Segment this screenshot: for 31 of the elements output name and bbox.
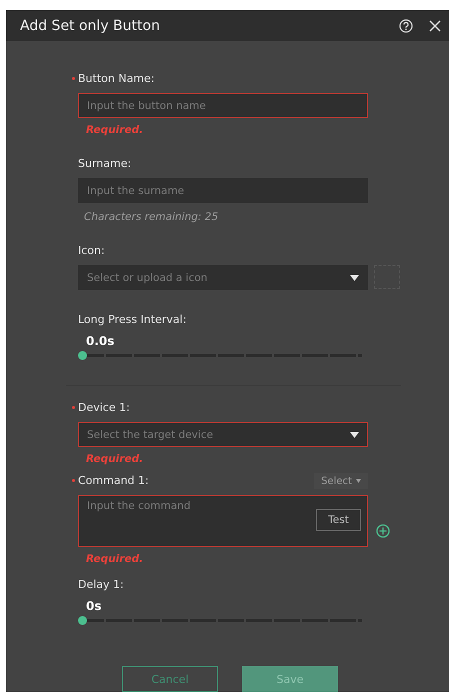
field-label: Command 1: <box>78 474 149 486</box>
field-label: Device 1: <box>78 400 130 414</box>
text-field[interactable]: Input the surname <box>78 178 368 203</box>
icon-select[interactable]: Select or upload a icon <box>78 265 368 290</box>
hint-text: Characters remaining: 25 <box>84 211 220 223</box>
caret-icon <box>350 274 359 280</box>
slider-handle[interactable] <box>78 351 87 360</box>
command-select[interactable]: Select <box>314 473 368 489</box>
save-button[interactable]: Save <box>242 666 338 692</box>
field-label: Delay 1: <box>78 578 124 590</box>
cancel-button[interactable]: Cancel <box>122 666 218 692</box>
caret-icon <box>350 432 359 438</box>
slider-handle[interactable] <box>78 616 87 625</box>
error-text: Required. <box>86 124 144 136</box>
text-field[interactable]: Input the button name <box>78 93 368 118</box>
error-text: Required. <box>86 453 144 465</box>
close-icon[interactable] <box>429 20 441 32</box>
help-icon[interactable] <box>399 18 413 32</box>
add-icon[interactable] <box>376 524 390 538</box>
error-text: Required. <box>86 553 144 565</box>
dialog-title: Add Set only Button <box>20 18 161 34</box>
device-select[interactable]: Select the target device <box>78 422 368 447</box>
field-label: Long Press Interval: <box>78 312 186 326</box>
command-field[interactable]: Input the command Test <box>78 495 368 547</box>
field-label: Icon: <box>78 244 105 256</box>
caret-icon <box>356 479 361 483</box>
test-button[interactable]: Test <box>316 509 361 531</box>
slider-value: 0.0s <box>86 334 116 348</box>
field-label: Surname: <box>78 156 132 170</box>
slider-value: 0s <box>86 599 102 613</box>
field-label: Button Name: <box>78 72 155 84</box>
